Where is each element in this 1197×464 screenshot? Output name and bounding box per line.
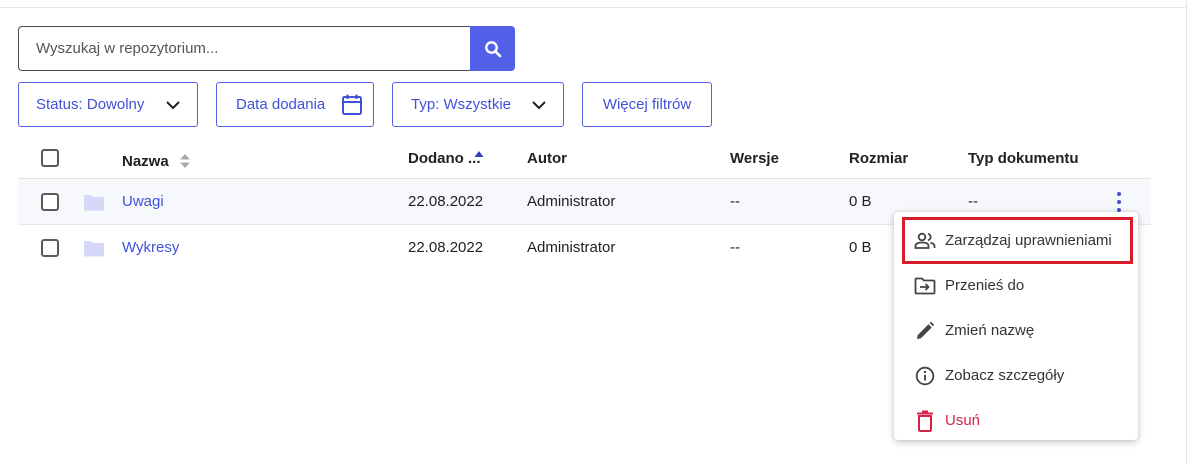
select-all-checkbox[interactable]: [41, 149, 59, 167]
date-filter[interactable]: Data dodania: [216, 82, 374, 127]
column-size[interactable]: Rozmiar: [849, 150, 908, 167]
menu-item-label: Zmień nazwę: [945, 322, 1035, 339]
right-divider: [1186, 0, 1187, 464]
menu-item-label: Usuń: [945, 412, 981, 429]
folder-move-icon: [914, 277, 936, 295]
status-filter[interactable]: Status: Dowolny: [18, 82, 198, 127]
menu-item-rename[interactable]: Zmień nazwę: [894, 308, 1138, 353]
date-filter-label: Data dodania: [236, 96, 326, 113]
trash-icon: [917, 410, 933, 432]
type-filter[interactable]: Typ: Wszystkie: [392, 82, 564, 127]
top-divider: [0, 7, 1186, 8]
menu-item-label: Zarządzaj uprawnieniami: [945, 232, 1112, 249]
info-icon: [915, 366, 935, 386]
people-icon: [914, 232, 936, 249]
column-name-label: Nazwa: [122, 153, 169, 170]
row-added: 22.08.2022: [408, 193, 484, 210]
row-checkbox[interactable]: [41, 193, 59, 211]
table-header: Nazwa Dodano ... Autor Wersje Rozmiar Ty…: [18, 136, 1151, 179]
row-size: 0 B: [849, 239, 872, 256]
column-added-label: Dodano ...: [408, 150, 481, 167]
folder-icon: [84, 241, 104, 257]
menu-item-label: Przenieś do: [945, 277, 1025, 294]
menu-item-label: Zobacz szczegóły: [945, 367, 1065, 384]
folder-icon: [84, 195, 104, 211]
column-doc-type[interactable]: Typ dokumentu: [968, 150, 1079, 167]
menu-item-delete[interactable]: Usuń: [894, 398, 1138, 443]
column-versions[interactable]: Wersje: [730, 150, 779, 167]
calendar-icon: [342, 94, 362, 115]
row-size: 0 B: [849, 193, 872, 210]
row-name-link[interactable]: Uwagi: [122, 193, 164, 210]
row-author: Administrator: [527, 193, 616, 210]
menu-item-move-to[interactable]: Przenieś do: [894, 263, 1138, 308]
more-filters-button[interactable]: Więcej filtrów: [582, 82, 712, 127]
pencil-icon: [917, 321, 935, 339]
row-checkbox[interactable]: [41, 239, 59, 257]
column-name[interactable]: Nazwa: [122, 150, 191, 170]
status-filter-label: Status: Dowolny: [36, 96, 145, 113]
column-author[interactable]: Autor: [527, 150, 567, 167]
row-versions: --: [730, 193, 740, 210]
sort-icon: [179, 154, 190, 168]
chevron-down-icon: [166, 101, 180, 110]
search-bar: [18, 26, 515, 71]
more-filters-label: Więcej filtrów: [602, 96, 692, 113]
chevron-down-icon: [532, 101, 546, 110]
row-name-link[interactable]: Wykresy: [122, 239, 179, 256]
search-input[interactable]: [18, 26, 471, 71]
sort-ascending-icon: [474, 151, 484, 157]
more-actions-icon[interactable]: [1111, 190, 1127, 214]
type-filter-label: Typ: Wszystkie: [411, 96, 512, 113]
row-added: 22.08.2022: [408, 239, 484, 256]
context-menu: Zarządzaj uprawnieniami Przenieś do Zmie…: [894, 212, 1138, 440]
row-doc-type: --: [968, 193, 978, 210]
row-author: Administrator: [527, 239, 616, 256]
search-button[interactable]: [470, 26, 515, 71]
menu-item-details[interactable]: Zobacz szczegóły: [894, 353, 1138, 398]
search-icon: [484, 40, 501, 57]
menu-item-manage-permissions[interactable]: Zarządzaj uprawnieniami: [894, 218, 1138, 263]
row-versions: --: [730, 239, 740, 256]
column-added[interactable]: Dodano ...: [408, 150, 484, 167]
